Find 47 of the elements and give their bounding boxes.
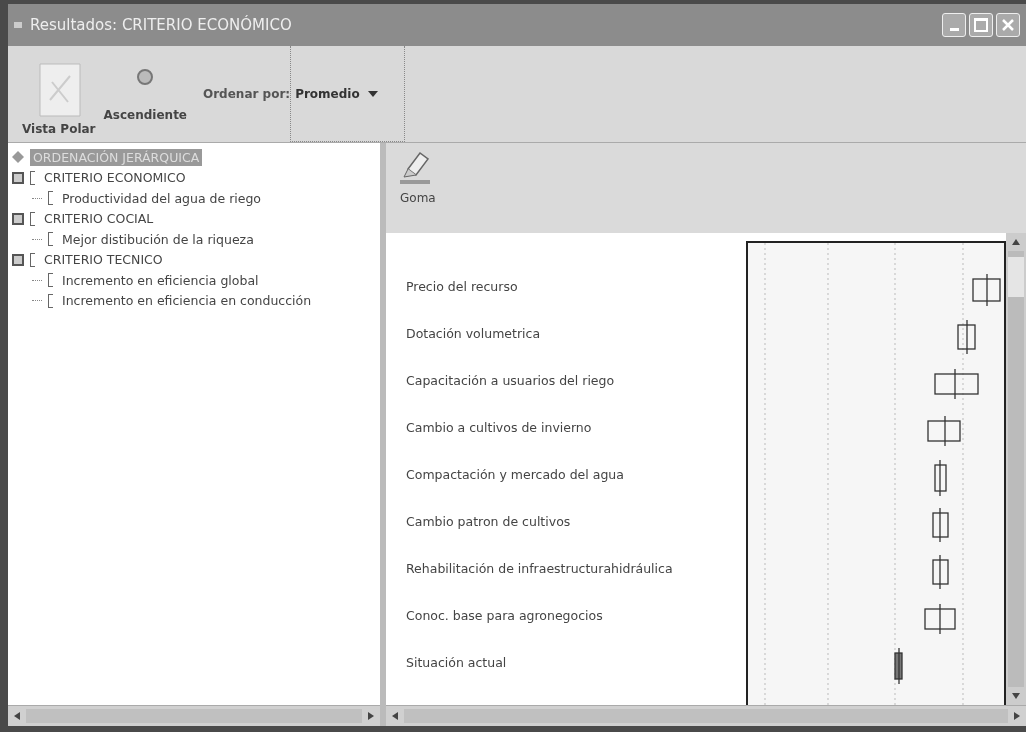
sort-label: Ordenar por: bbox=[203, 87, 291, 101]
alternative-label: Conoc. base para agronegocios bbox=[406, 608, 603, 623]
alternative-label: Cambio a cultivos de invierno bbox=[406, 420, 592, 435]
tree-item[interactable]: CRITERIO TECNICO bbox=[41, 251, 166, 269]
diamond-icon bbox=[12, 151, 24, 164]
horizontal-scrollbar[interactable] bbox=[8, 705, 380, 726]
collapse-toggle[interactable] bbox=[12, 171, 24, 184]
horizontal-scrollbar[interactable] bbox=[386, 705, 1026, 726]
tree-item[interactable]: CRITERIO COCIAL bbox=[41, 210, 157, 228]
alternative-label: Dotación volumetrica bbox=[406, 326, 541, 341]
eraser-button[interactable]: Goma bbox=[400, 147, 436, 229]
polar-view-button[interactable]: Vista Polar bbox=[20, 46, 98, 142]
alternative-label: Precio del recurso bbox=[406, 279, 518, 294]
close-icon bbox=[1001, 18, 1015, 32]
scroll-right-icon[interactable] bbox=[367, 712, 375, 720]
alternative-label: Capacitación a usuarios del riego bbox=[406, 373, 615, 388]
ascending-button[interactable]: Ascendiente bbox=[97, 46, 193, 142]
node-icon bbox=[30, 252, 35, 267]
scroll-down-icon[interactable] bbox=[1012, 692, 1020, 700]
alternative-label: Situación actual bbox=[406, 655, 507, 670]
tree-item[interactable]: Incremento en eficiencia en conducción bbox=[59, 292, 315, 310]
scroll-up-icon[interactable] bbox=[1012, 238, 1020, 246]
node-icon bbox=[48, 293, 53, 308]
alternative-label: Rehabilitación de infraestructurahidráulica bbox=[406, 561, 673, 576]
scroll-left-icon[interactable] bbox=[391, 712, 399, 720]
circle-icon bbox=[136, 68, 155, 86]
collapse-toggle[interactable] bbox=[12, 212, 24, 225]
tree-item[interactable]: Mejor distibución de la riqueza bbox=[59, 230, 257, 248]
node-icon bbox=[30, 170, 35, 185]
vertical-scrollbar[interactable] bbox=[1006, 233, 1026, 705]
tree-item[interactable]: Incremento en eficiencia global bbox=[59, 271, 262, 289]
chart-page-icon bbox=[38, 62, 82, 118]
caret-icon bbox=[367, 90, 378, 97]
node-icon bbox=[30, 211, 35, 226]
alternative-label: Compactación y mercado del agua bbox=[406, 467, 624, 482]
scroll-right-icon[interactable] bbox=[1013, 712, 1021, 720]
collapse-toggle[interactable] bbox=[12, 253, 24, 266]
sort-dropdown[interactable]: Promedio bbox=[290, 46, 406, 142]
node-icon bbox=[48, 232, 53, 247]
node-icon bbox=[48, 273, 53, 288]
scroll-thumb[interactable] bbox=[1008, 257, 1024, 297]
tree-item[interactable]: Productividad del agua de riego bbox=[59, 189, 264, 207]
alternative-label: Cambio patron de cultivos bbox=[406, 514, 571, 529]
window-title: Resultados: CRITERIO ECONÓMICO bbox=[30, 16, 292, 34]
tree-item[interactable]: CRITERIO ECONOMICO bbox=[41, 169, 189, 187]
node-icon bbox=[48, 191, 53, 206]
scroll-left-icon[interactable] bbox=[13, 712, 21, 720]
